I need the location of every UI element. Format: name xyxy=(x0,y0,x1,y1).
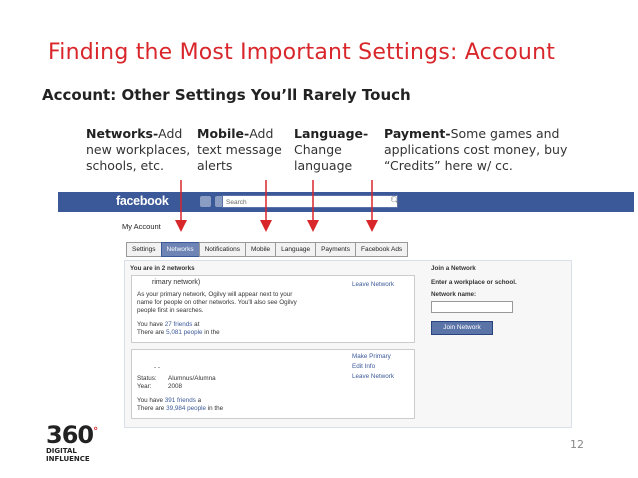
annotation-text: Change language xyxy=(294,142,353,173)
friends-link[interactable]: 391 friends xyxy=(165,397,196,404)
slide-title: Finding the Most Important Settings: Acc… xyxy=(48,40,556,65)
tab-language[interactable]: Language xyxy=(275,242,316,257)
tab-payments[interactable]: Payments xyxy=(315,242,355,257)
people-link[interactable]: 5,081 people xyxy=(166,329,202,336)
network-desc-line: name for people on other networks. You'l… xyxy=(137,299,297,306)
annotation-head: Mobile- xyxy=(197,126,250,141)
year-label: Year: xyxy=(137,383,152,390)
join-network-prompt: Enter a workplace or school. xyxy=(431,279,517,286)
friends-suffix: at xyxy=(192,321,200,328)
network-desc-line: people first in searches. xyxy=(137,307,204,314)
friends-prefix: You have xyxy=(137,321,165,328)
logo-number: 360° xyxy=(46,420,98,449)
people-count: There are 39,984 people in the xyxy=(137,405,223,412)
search-input[interactable]: Search xyxy=(222,195,398,208)
people-suffix: in the xyxy=(202,329,220,336)
network-name-label: Network name: xyxy=(431,291,477,298)
annotation-payment: Payment-Some games and applications cost… xyxy=(384,126,570,174)
join-network-button[interactable]: Join Network xyxy=(431,321,493,335)
friends-prefix: You have xyxy=(137,397,165,404)
tab-settings[interactable]: Settings xyxy=(126,242,161,257)
logo-number-text: 360 xyxy=(46,421,94,449)
leave-network-link[interactable]: Leave Network xyxy=(352,373,394,380)
friends-suffix: a xyxy=(195,397,202,404)
company-logo: 360° DIGITAL INFLUENCE xyxy=(46,420,98,463)
friends-count: You have 391 friends a xyxy=(137,397,201,404)
status-value: Alumnus/Alumna xyxy=(168,375,216,382)
annotation-language: Language-Change language xyxy=(294,126,378,174)
tab-networks[interactable]: Networks xyxy=(160,242,199,257)
edit-info-link[interactable]: Edit Info xyxy=(352,363,375,370)
people-prefix: There are xyxy=(137,329,167,336)
annotation-mobile: Mobile-Add text message alerts xyxy=(197,126,289,174)
people-prefix: There are xyxy=(137,405,167,412)
network-title: rimary network) xyxy=(152,279,201,286)
slide-subtitle: Account: Other Settings You’ll Rarely To… xyxy=(42,86,411,104)
annotation-head: Payment- xyxy=(384,126,451,141)
year-value: 2008 xyxy=(168,383,183,390)
people-count: There are 5,081 people in the xyxy=(137,329,220,336)
facebook-screenshot: facebook Search 🔍︎ My Account Settings N… xyxy=(58,192,634,428)
network-name-redacted: - - xyxy=(154,364,160,371)
network-card-primary: rimary network) Leave Network As your pr… xyxy=(131,275,415,343)
annotation-head: Networks- xyxy=(86,126,159,141)
people-link[interactable]: 39,984 people xyxy=(166,405,206,412)
people-suffix: in the xyxy=(205,405,224,412)
friend-requests-icon[interactable] xyxy=(200,196,211,207)
join-network-header: Join a Network xyxy=(431,265,476,272)
tab-facebook-ads[interactable]: Facebook Ads xyxy=(354,242,409,257)
status-label: Status: xyxy=(137,375,157,382)
leave-network-link[interactable]: Leave Network xyxy=(352,281,394,288)
friends-count: You have 27 friends at xyxy=(137,321,199,328)
degree-mark-icon: ° xyxy=(93,426,98,437)
tab-mobile[interactable]: Mobile xyxy=(245,242,276,257)
annotation-head: Language- xyxy=(294,126,369,141)
annotation-networks: Networks-Add new workplaces, schools, et… xyxy=(86,126,196,174)
facebook-logo[interactable]: facebook xyxy=(116,194,169,208)
settings-tabs: Settings Networks Notifications Mobile L… xyxy=(126,242,409,257)
facebook-top-bar: facebook Search 🔍︎ xyxy=(58,192,634,212)
search-icon[interactable]: 🔍︎ xyxy=(390,196,400,205)
logo-line2: INFLUENCE xyxy=(46,455,90,463)
network-card-secondary: - - Make Primary Edit Info Leave Network… xyxy=(131,349,415,419)
page-number: 12 xyxy=(570,438,584,451)
network-name-input[interactable] xyxy=(431,301,513,313)
make-primary-link[interactable]: Make Primary xyxy=(352,353,391,360)
networks-header: You are in 2 networks xyxy=(130,265,195,272)
network-desc-line: As your primary network, Ogilvy will app… xyxy=(137,291,293,298)
friends-link[interactable]: 27 friends xyxy=(165,321,193,328)
page-title: My Account xyxy=(122,222,161,231)
networks-panel: You are in 2 networks rimary network) Le… xyxy=(124,260,572,428)
tab-notifications[interactable]: Notifications xyxy=(198,242,245,257)
